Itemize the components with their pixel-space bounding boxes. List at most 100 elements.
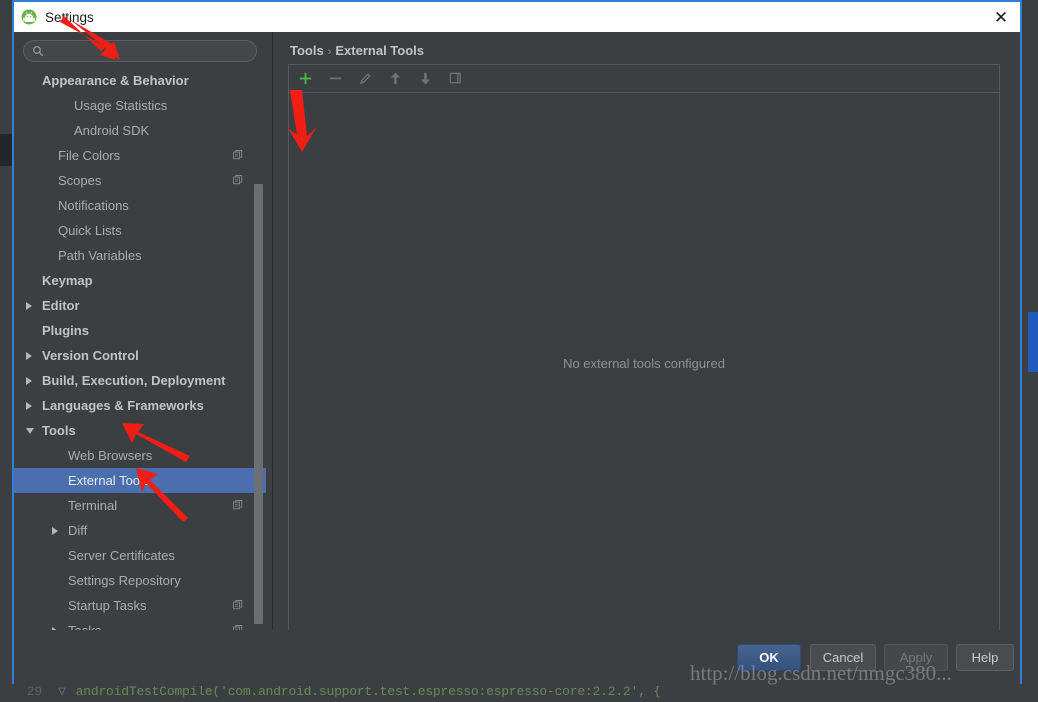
search-box[interactable]: [23, 40, 257, 62]
breadcrumb-current: External Tools: [335, 43, 424, 58]
chevron-right-icon[interactable]: [26, 301, 32, 310]
arrow-up-icon: [390, 72, 401, 85]
settings-tree: Appearance & Behavior Usage Statistics And…: [14, 68, 266, 656]
sidebar-item-label: Appearance & Behavior: [42, 73, 189, 88]
external-tools-panel: No external tools configured: [288, 64, 1000, 634]
breadcrumb-root[interactable]: Tools: [290, 43, 324, 58]
sidebar-item-label: Keymap: [42, 273, 93, 288]
sidebar-item-label: Startup Tasks: [68, 598, 147, 613]
ide-code-text: androidTestCompile('com.android.support.…: [75, 684, 662, 699]
close-icon[interactable]: ✕: [988, 5, 1014, 29]
chevron-right-icon[interactable]: [26, 376, 32, 385]
sidebar-item-label: File Colors: [58, 148, 121, 163]
sidebar-item-editor[interactable]: Editor: [14, 293, 266, 318]
sidebar-item-label: Android SDK: [74, 123, 150, 138]
chevron-down-icon[interactable]: [26, 427, 34, 434]
minus-icon: [329, 77, 342, 80]
sidebar-item-external-tools[interactable]: External Tools: [14, 468, 266, 493]
search-input[interactable]: [50, 44, 240, 58]
sidebar-item-tools[interactable]: Tools: [14, 418, 266, 443]
apply-button: Apply: [884, 644, 948, 671]
sidebar-item-label: Notifications: [58, 198, 129, 213]
sidebar-item-label: Web Browsers: [68, 448, 153, 463]
screenshot-root: 29 ▽ androidTestCompile('com.android.suppo…: [0, 0, 1038, 702]
sidebar-item-file-colors[interactable]: File Colors: [14, 143, 266, 168]
sidebar-item-startup-tasks[interactable]: Startup Tasks: [14, 593, 266, 618]
settings-detail-pane: Tools › External Tools No external tools…: [276, 32, 1020, 656]
copy-icon: [449, 72, 461, 84]
arrow-down-icon: [420, 72, 431, 85]
breadcrumb: Tools › External Tools: [290, 43, 424, 58]
dialog-titlebar: Settings ✕: [14, 2, 1020, 32]
sidebar-item-scopes[interactable]: Scopes: [14, 168, 266, 193]
sidebar-item-label: Version Control: [42, 348, 139, 363]
search-icon: [33, 46, 44, 57]
add-tool-button[interactable]: [297, 70, 314, 87]
sidebar-item-server-certificates[interactable]: Server Certificates: [14, 543, 266, 568]
sidebar-item-terminal[interactable]: Terminal: [14, 493, 266, 518]
sidebar-item-settings-repository[interactable]: Settings Repository: [14, 568, 266, 593]
sidebar-item-plugins[interactable]: Plugins: [14, 318, 266, 343]
sidebar-item-path-variables[interactable]: Path Variables: [14, 243, 266, 268]
copy-tool-button[interactable]: [447, 70, 464, 87]
pencil-icon: [360, 73, 371, 84]
copy-icon[interactable]: [232, 149, 244, 161]
help-button[interactable]: Help: [956, 644, 1014, 671]
sidebar-item-web-browsers[interactable]: Web Browsers: [14, 443, 266, 468]
sidebar-item-notifications[interactable]: Notifications: [14, 193, 266, 218]
chevron-right-icon[interactable]: [26, 401, 32, 410]
chevron-right-icon[interactable]: [52, 526, 58, 535]
dialog-title: Settings: [45, 9, 94, 25]
ide-left-gutter: [0, 0, 12, 702]
sidebar-item-label: Quick Lists: [58, 223, 122, 238]
ok-button[interactable]: OK: [737, 644, 801, 671]
edit-tool-button[interactable]: [357, 70, 374, 87]
sidebar-item-build-execution-deployment[interactable]: Build, Execution, Deployment: [14, 368, 266, 393]
sidebar-item-languages-frameworks[interactable]: Languages & Frameworks: [14, 393, 266, 418]
pane-divider: [272, 32, 273, 656]
sidebar-item-label: Plugins: [42, 323, 89, 338]
move-up-button[interactable]: [387, 70, 404, 87]
sidebar-item-label: Languages & Frameworks: [42, 398, 204, 413]
remove-tool-button[interactable]: [327, 70, 344, 87]
copy-icon[interactable]: [232, 174, 244, 186]
android-robot-icon: [20, 8, 38, 26]
ide-code-fold-marker: ▽: [58, 684, 66, 699]
move-down-button[interactable]: [417, 70, 434, 87]
sidebar-item-label: Scopes: [58, 173, 102, 188]
cancel-button[interactable]: Cancel: [810, 644, 876, 671]
ide-code-line: 29 ▽ androidTestCompile('com.android.suppo…: [0, 684, 1038, 702]
ide-tool-window-tab[interactable]: [0, 134, 12, 166]
external-tools-toolbar: [289, 65, 999, 93]
dialog-button-bar: OK Cancel Apply Help: [14, 630, 1020, 686]
sidebar-item-android-sdk[interactable]: Android SDK: [14, 118, 266, 143]
sidebar-item-keymap[interactable]: Keymap: [14, 268, 266, 293]
chevron-right-icon[interactable]: [26, 351, 32, 360]
sidebar-item-label: Path Variables: [58, 248, 142, 263]
sidebar-scrollbar-thumb[interactable]: [254, 184, 263, 624]
sidebar-item-label: Tools: [42, 423, 76, 438]
sidebar-item-appearance-behavior[interactable]: Appearance & Behavior: [14, 68, 266, 93]
breadcrumb-separator: ›: [327, 46, 332, 58]
sidebar-item-usage-statistics[interactable]: Usage Statistics: [14, 93, 266, 118]
sidebar-item-label: Server Certificates: [68, 548, 175, 563]
sidebar-item-label: External Tools: [68, 473, 150, 488]
sidebar-item-diff[interactable]: Diff: [14, 518, 266, 543]
empty-state-message: No external tools configured: [563, 355, 725, 371]
copy-icon[interactable]: [232, 499, 244, 511]
ide-code-line-number: 29: [26, 684, 42, 699]
settings-dialog: Settings ✕ Appearance & Behavior Usage St…: [12, 0, 1022, 686]
ide-scrollbar-thumb[interactable]: [1028, 312, 1038, 372]
copy-icon[interactable]: [232, 599, 244, 611]
sidebar-item-label: Diff: [68, 523, 88, 538]
settings-sidebar: Appearance & Behavior Usage Statistics And…: [14, 32, 266, 656]
sidebar-item-label: Settings Repository: [68, 573, 181, 588]
sidebar-item-label: Editor: [42, 298, 80, 313]
sidebar-item-label: Usage Statistics: [74, 98, 168, 113]
sidebar-item-label: Build, Execution, Deployment: [42, 373, 226, 388]
sidebar-item-label: Terminal: [68, 498, 118, 513]
search-field-wrapper: [23, 40, 257, 62]
sidebar-item-quick-lists[interactable]: Quick Lists: [14, 218, 266, 243]
sidebar-item-version-control[interactable]: Version Control: [14, 343, 266, 368]
dialog-body: Appearance & Behavior Usage Statistics And…: [14, 32, 1020, 686]
